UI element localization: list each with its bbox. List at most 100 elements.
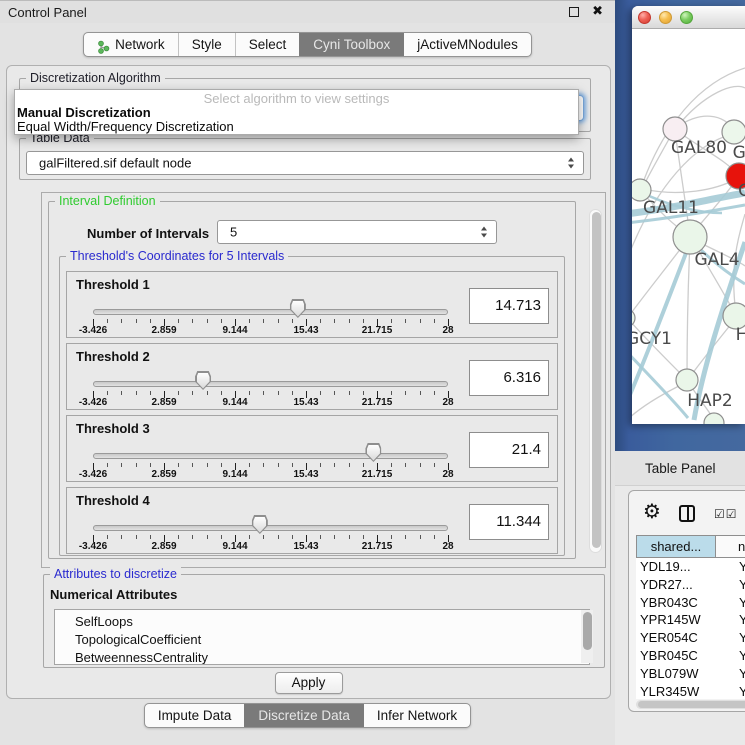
- threshold-4-value-field[interactable]: 11.344: [469, 504, 549, 540]
- table-row[interactable]: YLR345WYLR3: [636, 683, 745, 699]
- threshold-4-box: Threshold 4 -3.4262.8599.14415.4321.7152…: [66, 487, 558, 554]
- tab-discretize-data[interactable]: Discretize Data: [244, 704, 363, 727]
- threshold-2-slider-thumb[interactable]: [195, 371, 211, 390]
- threshold-3-value-field[interactable]: 21.4: [469, 432, 549, 468]
- algorithm-option-equal-width[interactable]: Equal Width/Frequency Discretization: [17, 119, 234, 134]
- scrollbar-thumb[interactable]: [638, 701, 745, 708]
- attribute-list-item[interactable]: SelfLoops: [55, 610, 589, 631]
- slider-tick-labels: -3.4262.8599.14415.4321.71528: [67, 397, 557, 409]
- cell-shared-name[interactable]: YBL079W: [636, 665, 716, 683]
- attribute-list-item[interactable]: TopologicalCoefficient: [55, 631, 589, 649]
- column-header-shared-name[interactable]: shared...: [636, 535, 716, 558]
- column-layout-icon[interactable]: [679, 505, 695, 522]
- cell-name[interactable]: YDR2: [716, 576, 745, 594]
- mac-minimize-button[interactable]: [659, 11, 672, 24]
- tab-cyni-toolbox[interactable]: Cyni Toolbox: [299, 33, 403, 56]
- cell-shared-name[interactable]: YLR345W: [636, 683, 716, 699]
- cell-shared-name[interactable]: YDL19...: [636, 558, 716, 576]
- table-row[interactable]: YDR27...YDR2: [636, 576, 745, 594]
- tab-select[interactable]: Select: [235, 33, 300, 56]
- checkbox-icons[interactable]: ☑☑: [714, 507, 738, 521]
- cell-name[interactable]: YBR0: [716, 647, 745, 665]
- thresholds-group-title: Threshold's Coordinates for 5 Intervals: [66, 249, 288, 263]
- table-row[interactable]: YBR045CYBR0: [636, 647, 745, 665]
- cyni-toolbox-panel: Discretization Algorithm Select algorith…: [6, 65, 611, 699]
- thresholds-group: Threshold's Coordinates for 5 Intervals …: [59, 256, 565, 556]
- close-icon[interactable]: ✖: [592, 4, 603, 19]
- threshold-1-slider-track[interactable]: [93, 309, 448, 315]
- threshold-3-box: Threshold 3 -3.4262.8599.14415.4321.7152…: [66, 415, 558, 482]
- discretization-algorithm-group-title: Discretization Algorithm: [26, 71, 165, 85]
- table-panel-body: ⚙ ☑☑ shared... na YDL19...YDL1YDR27...YD…: [615, 486, 745, 745]
- threshold-1-box: Threshold 1 -3.4262.8599.14415.4321.7152…: [66, 271, 558, 338]
- table-horizontal-scrollbar[interactable]: [636, 700, 745, 709]
- attributes-list-scrollbar[interactable]: [581, 610, 593, 663]
- spinner-arrows-icon: [481, 227, 487, 238]
- apply-button[interactable]: Apply: [275, 672, 343, 694]
- threshold-1-slider-thumb[interactable]: [290, 299, 306, 318]
- table-data-combobox[interactable]: galFiltered.sif default node: [26, 151, 584, 175]
- tab-impute-data[interactable]: Impute Data: [145, 704, 245, 727]
- table-data-group: Table Data galFiltered.sif default node: [19, 138, 591, 180]
- interval-definition-group-title: Interval Definition: [55, 194, 160, 208]
- cell-name[interactable]: YPR1: [716, 611, 745, 629]
- network-edge[interactable]: [643, 179, 736, 192]
- tab-jactivemnodules[interactable]: jActiveMNodules: [403, 33, 531, 56]
- cell-name[interactable]: YER0: [716, 629, 745, 647]
- network-node[interactable]: [676, 369, 698, 391]
- threshold-1-value-field[interactable]: 14.713: [469, 288, 549, 324]
- table-row[interactable]: YDL19...YDL1: [636, 558, 745, 576]
- settings-vertical-scrollbar[interactable]: [589, 209, 602, 553]
- network-view-window[interactable]: GAL80GACGAL11GAL4GCY1HHAP2: [632, 6, 745, 424]
- attribute-list-item[interactable]: BetweennessCentrality: [55, 649, 589, 665]
- bottom-tabbar: Impute Data Discretize Data Infer Networ…: [0, 703, 615, 728]
- cell-name[interactable]: YDL1: [716, 558, 745, 576]
- number-of-intervals-label: Number of Intervals: [87, 226, 209, 241]
- threshold-4-slider-thumb[interactable]: [252, 515, 268, 534]
- cell-name[interactable]: YLR3: [716, 683, 745, 699]
- table-row[interactable]: YBL079WYBL0: [636, 665, 745, 683]
- node-table-header: shared... na: [636, 535, 745, 558]
- gear-icon[interactable]: ⚙: [643, 499, 661, 523]
- table-row[interactable]: YBR043CYBR0: [636, 594, 745, 612]
- threshold-4-slider-track[interactable]: [93, 525, 448, 531]
- mac-close-button[interactable]: [638, 11, 651, 24]
- table-row[interactable]: YER054CYER0: [636, 629, 745, 647]
- network-node[interactable]: [673, 220, 707, 254]
- network-node-label: GAL4: [694, 250, 739, 270]
- table-row[interactable]: YPR145WYPR1: [636, 611, 745, 629]
- threshold-3-label: Threshold 3: [76, 421, 150, 436]
- network-canvas[interactable]: GAL80GACGAL11GAL4GCY1HHAP2: [632, 29, 745, 424]
- threshold-3-slider-thumb[interactable]: [365, 443, 381, 462]
- cell-shared-name[interactable]: YPR145W: [636, 611, 716, 629]
- tab-network[interactable]: Network: [84, 33, 178, 56]
- algorithm-option-manual[interactable]: Manual Discretization: [17, 105, 151, 120]
- column-header-name[interactable]: na: [716, 535, 745, 558]
- threshold-3-slider-track[interactable]: [93, 453, 448, 459]
- cell-shared-name[interactable]: YBR043C: [636, 594, 716, 612]
- algorithm-placeholder-option[interactable]: Select algorithm to view settings: [15, 91, 578, 106]
- float-window-icon[interactable]: [569, 7, 579, 17]
- tab-infer-network[interactable]: Infer Network: [363, 704, 470, 727]
- number-of-intervals-value: 5: [230, 225, 237, 240]
- attributes-group-title: Attributes to discretize: [50, 567, 181, 581]
- number-of-intervals-spinner[interactable]: 5: [217, 220, 497, 244]
- cell-shared-name[interactable]: YBR045C: [636, 647, 716, 665]
- numerical-attributes-list[interactable]: SelfLoopsTopologicalCoefficientBetweenne…: [54, 609, 590, 665]
- table-panel-titlebar: Table Panel: [615, 451, 745, 486]
- mac-zoom-button[interactable]: [680, 11, 693, 24]
- network-node[interactable]: [704, 413, 724, 424]
- threshold-2-slider-track[interactable]: [93, 381, 448, 387]
- tab-style[interactable]: Style: [178, 33, 235, 56]
- cell-name[interactable]: YBL0: [716, 665, 745, 683]
- threshold-2-value-field[interactable]: 6.316: [469, 360, 549, 396]
- scrollbar-thumb[interactable]: [592, 212, 601, 548]
- cell-shared-name[interactable]: YER054C: [636, 629, 716, 647]
- network-edge[interactable]: [687, 240, 690, 378]
- network-node-label: HAP2: [687, 391, 732, 411]
- threshold-2-label: Threshold 2: [76, 349, 150, 364]
- scrollbar-thumb[interactable]: [583, 612, 592, 650]
- cell-shared-name[interactable]: YDR27...: [636, 576, 716, 594]
- cell-name[interactable]: YBR0: [716, 594, 745, 612]
- tab-network-label: Network: [115, 33, 165, 56]
